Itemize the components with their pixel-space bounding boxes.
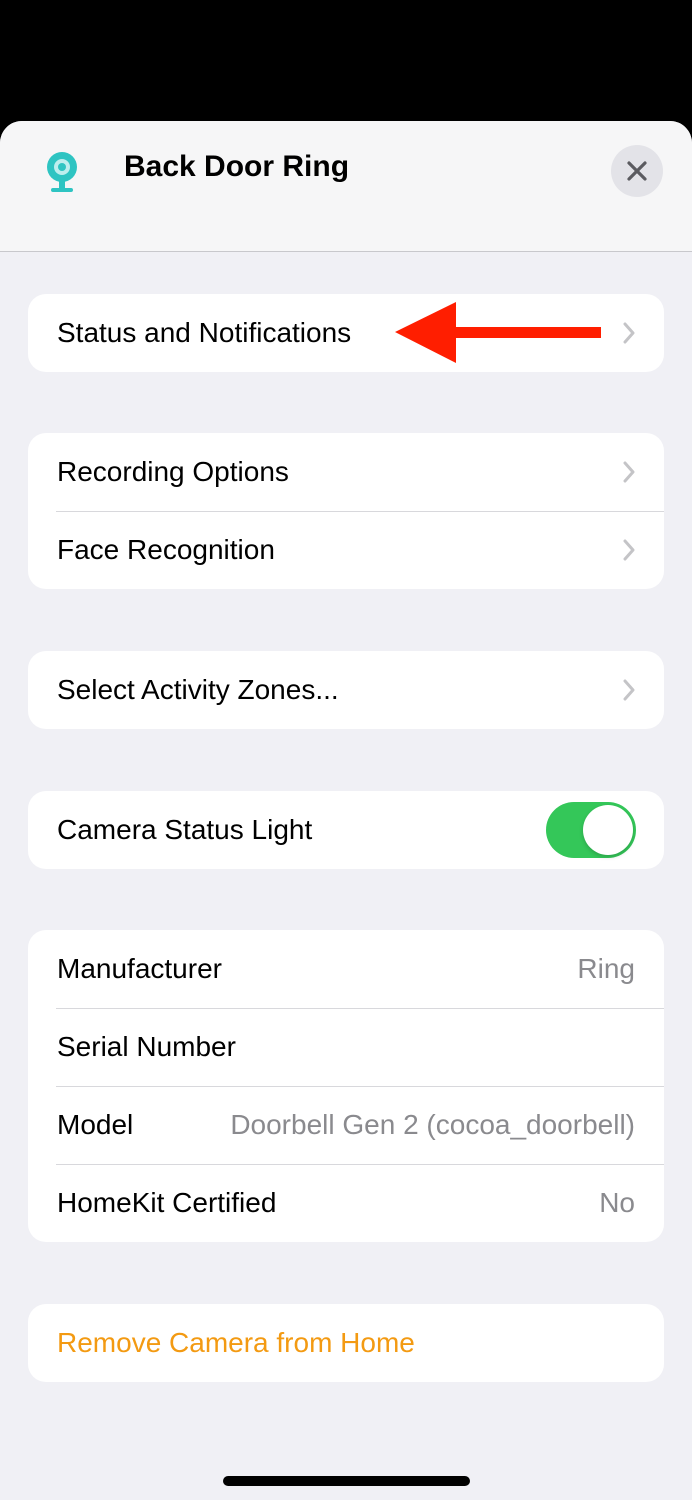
row-label: Select Activity Zones... [57, 674, 339, 705]
homekit-certified-row: HomeKit Certified No [28, 1164, 664, 1242]
settings-sheet: Back Door Ring Status and Notifications … [0, 121, 692, 1500]
remove-group: Remove Camera from Home [28, 1304, 664, 1382]
row-label: Face Recognition [57, 534, 275, 565]
sheet-header: Back Door Ring [0, 121, 692, 252]
red-arrow-icon [395, 302, 601, 363]
recording-group: Recording Options Face Recognition [28, 433, 664, 589]
row-label: Manufacturer [57, 953, 222, 984]
row-value: Ring [577, 953, 635, 984]
serial-number-row: Serial Number [28, 1008, 664, 1086]
zones-group: Select Activity Zones... [28, 651, 664, 729]
toggle-knob [583, 805, 633, 855]
info-group: Manufacturer Ring Serial Number Model Do… [28, 930, 664, 1242]
row-label: Remove Camera from Home [57, 1327, 415, 1358]
status-light-row: Camera Status Light [28, 791, 664, 869]
chevron-right-icon [623, 461, 635, 483]
close-button[interactable] [611, 145, 663, 197]
chevron-right-icon [623, 539, 635, 561]
row-value: No [599, 1187, 635, 1218]
close-icon [627, 161, 647, 181]
model-row: Model Doorbell Gen 2 (cocoa_doorbell) [28, 1086, 664, 1164]
remove-camera-button[interactable]: Remove Camera from Home [28, 1304, 664, 1382]
home-indicator [223, 1476, 470, 1486]
row-label: Recording Options [57, 456, 289, 487]
row-label: Model [57, 1109, 134, 1140]
manufacturer-row: Manufacturer Ring [28, 930, 664, 1008]
activity-zones-row[interactable]: Select Activity Zones... [28, 651, 664, 729]
camera-icon [44, 151, 80, 193]
status-light-group: Camera Status Light [28, 791, 664, 869]
status-light-toggle[interactable] [546, 802, 636, 858]
face-recognition-row[interactable]: Face Recognition [28, 511, 664, 589]
recording-options-row[interactable]: Recording Options [28, 433, 664, 511]
chevron-right-icon [623, 679, 635, 701]
row-label: Status and Notifications [57, 317, 352, 348]
page-title: Back Door Ring [124, 150, 350, 183]
row-label: HomeKit Certified [57, 1187, 277, 1218]
chevron-right-icon [623, 322, 635, 344]
row-value: Doorbell Gen 2 (cocoa_doorbell) [230, 1109, 635, 1140]
row-label: Camera Status Light [57, 814, 313, 845]
row-label: Serial Number [57, 1031, 236, 1062]
